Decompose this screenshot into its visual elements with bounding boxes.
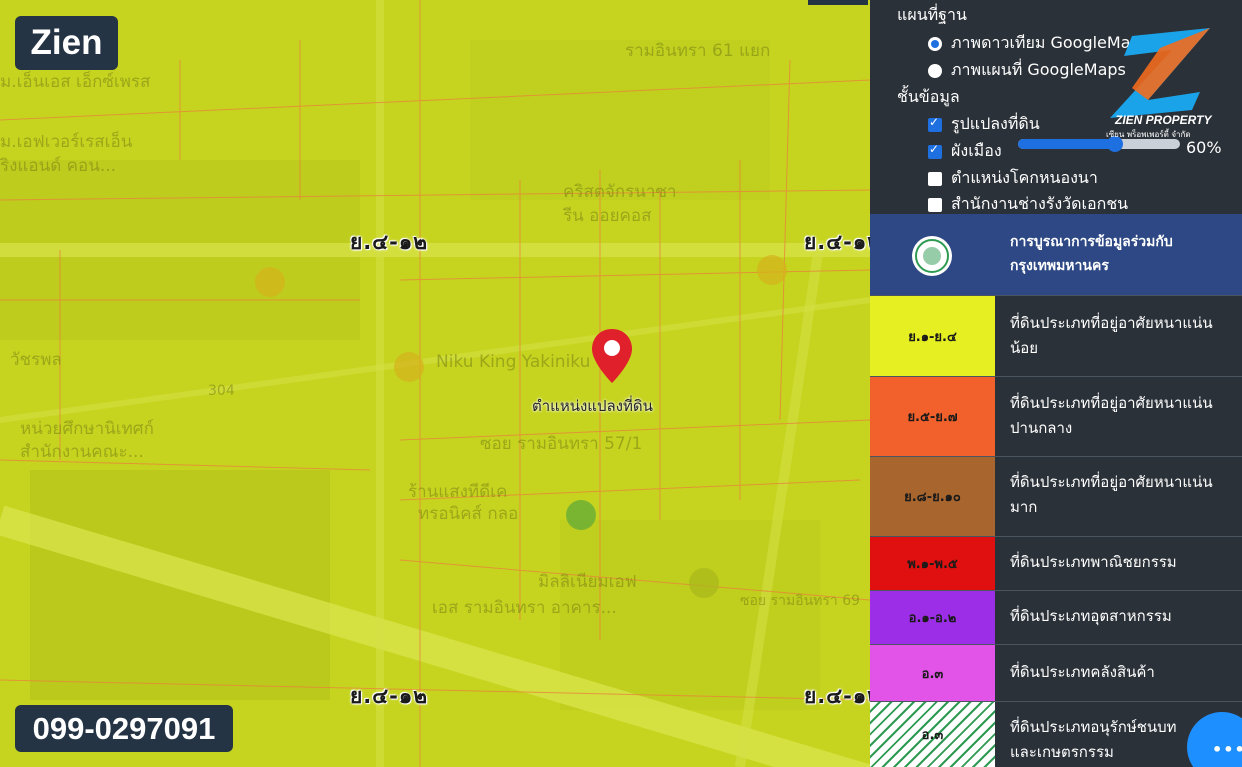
checkbox-icon[interactable] xyxy=(928,171,942,186)
radio-selected-icon[interactable] xyxy=(928,36,942,51)
place-label: วัชรพล xyxy=(10,350,62,370)
place-label: ซอย รามอินทรา 69 xyxy=(740,593,861,609)
layer-toggle-khoknongna[interactable]: ตำแหน่งโคกหนองนา xyxy=(928,166,1098,191)
zone-swatch: ย.๑-ย.๔ xyxy=(870,296,995,376)
zoning-code-label: ย.๔-๑๒ xyxy=(804,230,870,254)
zone-description: ที่ดินประเภทพาณิชยกรรม xyxy=(1010,553,1177,571)
zone-swatch: อ.๓ xyxy=(870,645,995,701)
place-label: ซอย รามอินทรา 57/1 xyxy=(480,434,643,454)
route-shield: 304 xyxy=(208,383,235,399)
zone-legend-row: อ.๓ ที่ดินประเภทคลังสินค้า xyxy=(870,644,1242,701)
bma-seal-icon xyxy=(912,236,952,276)
zone-swatch: อ.๓ xyxy=(870,702,995,767)
bma-banner[interactable]: การบูรณาการข้อมูลร่วมกับ กรุงเทพมหานคร xyxy=(870,214,1242,295)
poi-marker-icon[interactable] xyxy=(255,267,285,297)
location-pin-icon[interactable] xyxy=(590,327,634,385)
zone-legend-row: พ.๑-พ.๕ ที่ดินประเภทพาณิชยกรรม xyxy=(870,536,1242,590)
brand-badge: Zien xyxy=(15,16,118,70)
basemap-option-map[interactable]: ภาพแผนที่ GoogleMaps xyxy=(928,58,1126,83)
zone-description: ที่ดินประเภทอนุรักษ์ชนบทและเกษตรกรรม xyxy=(1010,718,1177,761)
opacity-value: 60% xyxy=(1186,138,1222,157)
zone-description: ที่ดินประเภทที่อยู่อาศัยหนาแน่นน้อย xyxy=(1010,314,1213,357)
zoning-code-label: ย.๔-๑๒ xyxy=(350,230,429,254)
zone-swatch: ย.๘-ย.๑๐ xyxy=(870,457,995,536)
logo-subtitle: เซียน พร็อพเพอร์ตี้ จำกัด xyxy=(1106,130,1191,139)
pin-label: ตำแหน่งแปลงที่ดิน xyxy=(532,397,653,415)
checkbox-icon[interactable] xyxy=(928,197,942,212)
more-dots-icon: ••• xyxy=(1212,740,1242,759)
zone-description: ที่ดินประเภทที่อยู่อาศัยหนาแน่นปานกลาง xyxy=(1010,394,1213,437)
map-background xyxy=(0,0,870,767)
poi-marker-icon[interactable] xyxy=(566,500,596,530)
logo-name: ZIEN PROPERTY xyxy=(1115,113,1212,127)
zoning-code-label: ย.๔-๑๒ xyxy=(804,684,870,708)
place-label: ม.เอ็นเอส เอ็กซ์เพรส xyxy=(0,72,151,92)
place-label: คริสตจักรนาซา xyxy=(563,182,677,202)
toolbar-stub xyxy=(808,0,868,5)
zone-swatch: ย.๕-ย.๗ xyxy=(870,377,995,456)
checkbox-checked-icon[interactable] xyxy=(928,142,942,159)
zone-legend-row: ย.๘-ย.๑๐ ที่ดินประเภทที่อยู่อาศัยหนาแน่น… xyxy=(870,456,1242,536)
zone-description: ที่ดินประเภทอุตสาหกรรม xyxy=(1010,607,1172,625)
poi-marker-icon[interactable] xyxy=(757,255,787,285)
place-label: ริงแอนด์ คอน... xyxy=(0,156,117,176)
layers-title: ชั้นข้อมูล xyxy=(897,87,960,106)
zone-description: ที่ดินประเภทคลังสินค้า xyxy=(1010,663,1155,681)
place-label: รีน ออยคอส xyxy=(563,206,652,226)
poi-marker-icon[interactable] xyxy=(689,568,719,598)
place-label: ม.เอฟเวอร์เรสเอ็น xyxy=(0,132,133,152)
map-canvas[interactable]: รามอินทรา 61 แยก ม.เอ็นเอส เอ็กซ์เพรส ม.… xyxy=(0,0,870,767)
zone-legend-row: อ.๑-อ.๒ ที่ดินประเภทอุตสาหกรรม xyxy=(870,590,1242,644)
zone-swatch: พ.๑-พ.๕ xyxy=(870,537,995,590)
place-label: ทรอนิคส์ กลอ xyxy=(418,504,519,524)
place-label: รามอินทรา 61 แยก xyxy=(625,41,771,61)
opacity-slider-fill xyxy=(1018,139,1116,149)
basemap-title: แผนที่ฐาน xyxy=(897,5,967,24)
zoning-code-label: ย.๔-๑๒ xyxy=(350,684,429,708)
layer-panel: แผนที่ฐาน ภาพดาวเทียม GoogleMaps ภาพแผนท… xyxy=(870,0,1242,767)
layer-toggle-parcels[interactable]: รูปแปลงที่ดิน xyxy=(928,112,1040,137)
checkbox-checked-icon[interactable] xyxy=(928,115,942,132)
bma-banner-text: การบูรณาการข้อมูลร่วมกับ กรุงเทพมหานคร xyxy=(1010,234,1173,274)
zone-legend-row: ย.๑-ย.๔ ที่ดินประเภทที่อยู่อาศัยหนาแน่นน… xyxy=(870,295,1242,376)
place-label: มิลลิเนียมเอฟ xyxy=(538,572,637,592)
radio-icon[interactable] xyxy=(928,63,942,78)
phone-badge[interactable]: 099-0297091 xyxy=(15,705,233,752)
poi-marker-icon[interactable] xyxy=(394,352,424,382)
zone-legend-row: ย.๕-ย.๗ ที่ดินประเภทที่อยู่อาศัยหนาแน่นป… xyxy=(870,376,1242,456)
layer-toggle-cityplan[interactable]: ผังเมือง xyxy=(928,139,1002,164)
zone-description: ที่ดินประเภทที่อยู่อาศัยหนาแน่นมาก xyxy=(1010,473,1213,516)
place-label: เอส รามอินทรา อาคาร... xyxy=(432,598,617,618)
place-label: สำนักงานคณะ... xyxy=(20,442,144,462)
place-label: Niku King Yakiniku xyxy=(436,352,591,372)
zone-swatch: อ.๑-อ.๒ xyxy=(870,591,995,644)
zone-legend-row: อ.๓ ที่ดินประเภทอนุรักษ์ชนบทและเกษตรกรรม xyxy=(870,701,1242,767)
